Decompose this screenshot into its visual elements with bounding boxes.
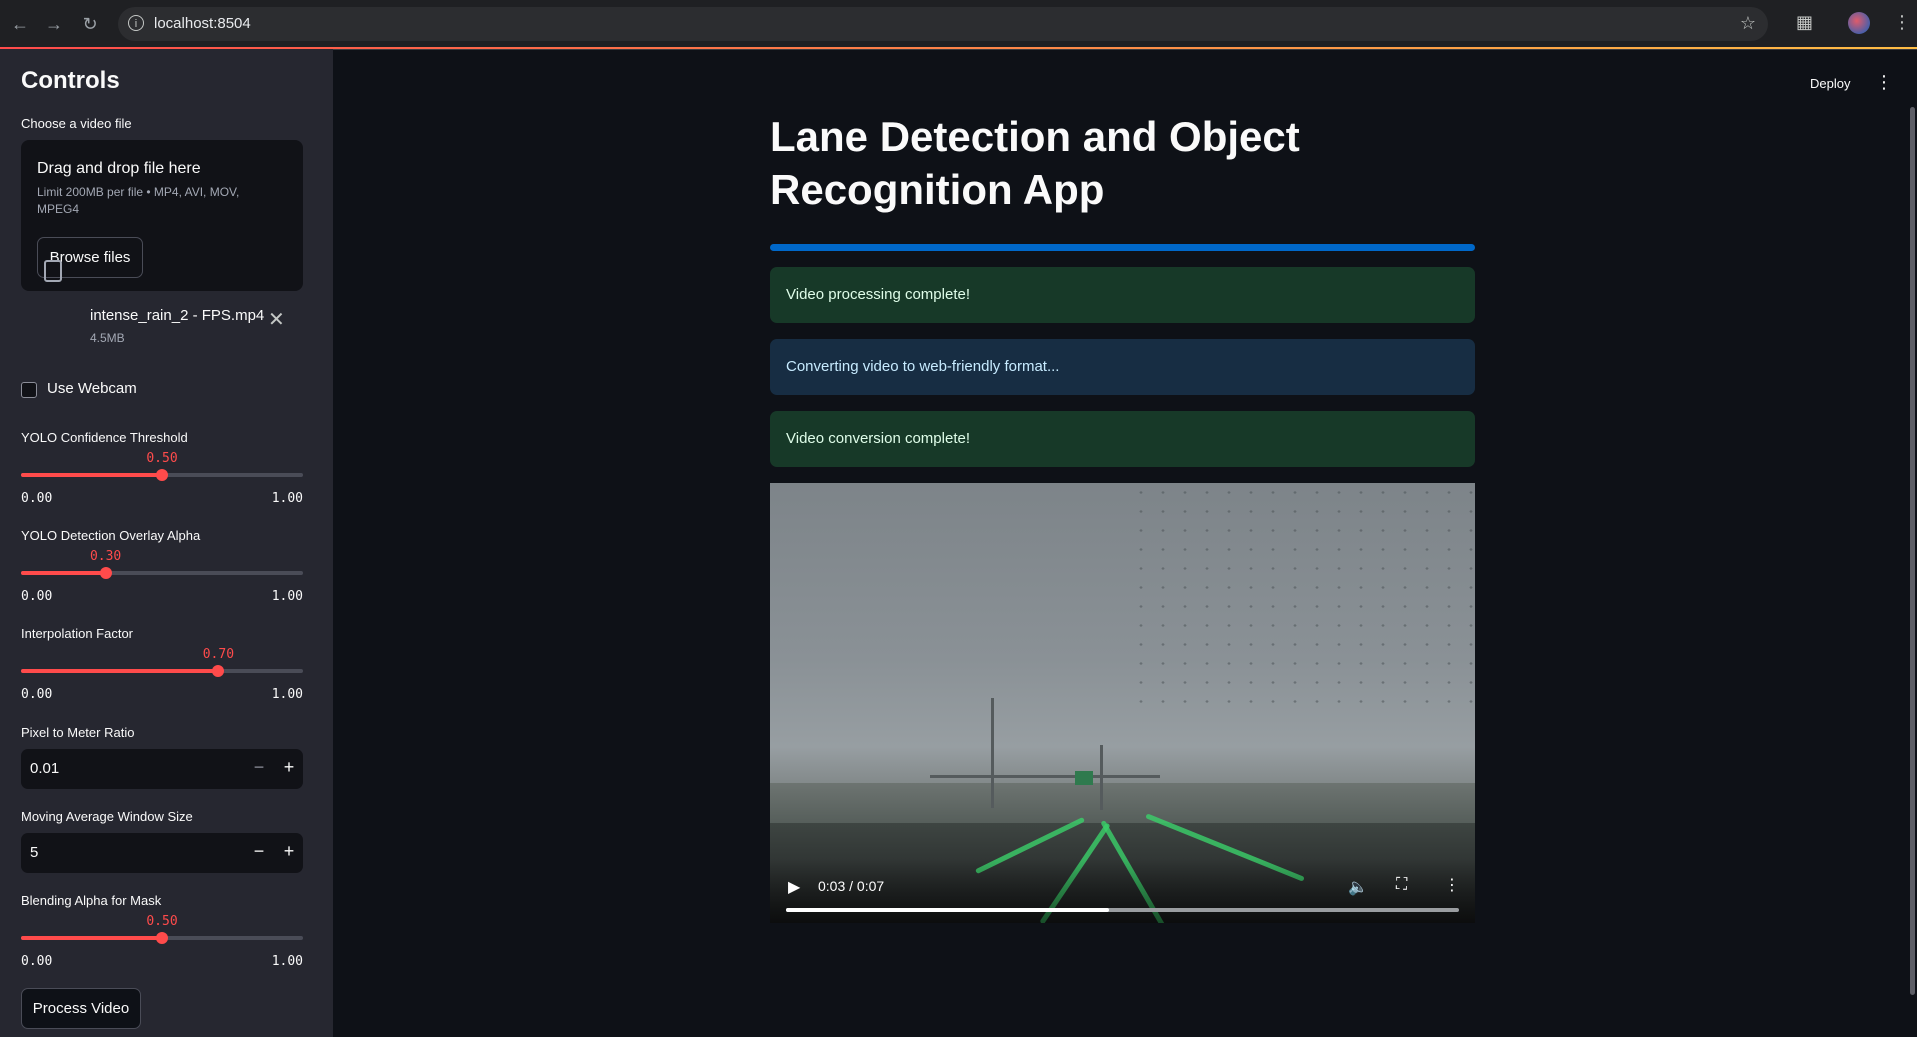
extensions-icon[interactable]: ▦ (1796, 12, 1813, 33)
moving-avg-input[interactable]: 5 − + (21, 833, 303, 873)
light-pole (991, 698, 994, 808)
process-video-button[interactable]: Process Video (21, 988, 141, 1029)
slider-fill (21, 669, 219, 673)
video-player[interactable]: ▶ 0:03 / 0:07 🔈 ⛶ ⋮ (770, 483, 1475, 923)
slider-min: 0.00 (21, 687, 53, 702)
volume-icon[interactable]: 🔈 (1348, 877, 1368, 897)
slider-fill (21, 571, 106, 575)
address-bar[interactable]: i localhost:8504 ☆ (118, 7, 1768, 41)
interpolation-slider[interactable]: 0.70 0.00 1.00 (21, 647, 303, 707)
moving-avg-value[interactable]: 5 (30, 844, 38, 861)
info-alert: Converting video to web-friendly format.… (770, 339, 1475, 395)
pixel-ratio-value[interactable]: 0.01 (30, 760, 59, 777)
scrollbar[interactable] (1910, 107, 1915, 995)
slider-max: 1.00 (271, 954, 303, 969)
video-seekbar-fill (786, 908, 1110, 912)
sidebar: Controls Choose a video file Drag and dr… (0, 49, 333, 1037)
more-icon[interactable]: ⋮ (1893, 12, 1911, 33)
slider-min: 0.00 (21, 589, 53, 604)
star-icon[interactable]: ☆ (1740, 13, 1756, 34)
use-webcam-label[interactable]: Use Webcam (47, 380, 137, 397)
slider-label: Blending Alpha for Mask (21, 893, 162, 908)
slider-max: 1.00 (271, 491, 303, 506)
video-time: 0:03 / 0:07 (818, 878, 885, 894)
play-icon[interactable]: ▶ (788, 877, 800, 897)
slider-label: YOLO Detection Overlay Alpha (21, 528, 201, 543)
increment-button[interactable]: + (277, 757, 301, 778)
url-text[interactable]: localhost:8504 (154, 15, 251, 32)
slider-max: 1.00 (271, 687, 303, 702)
close-icon[interactable]: ✕ (268, 307, 285, 332)
video-controls: ▶ 0:03 / 0:07 🔈 ⛶ ⋮ (770, 859, 1475, 923)
forward-icon[interactable]: → (42, 12, 66, 36)
slider-min: 0.00 (21, 491, 53, 506)
overhead-gantry (930, 775, 1160, 778)
dropzone-limit: Limit 200MB per file • MP4, AVI, MOV, MP… (37, 185, 240, 216)
info-icon[interactable]: i (128, 15, 144, 31)
success-alert: Video conversion complete! (770, 411, 1475, 467)
rain-drops (1130, 483, 1475, 713)
fullscreen-icon[interactable]: ⛶ (1396, 876, 1407, 894)
moving-avg-label: Moving Average Window Size (21, 809, 193, 824)
slider-fill (21, 936, 162, 940)
overlay-alpha-slider[interactable]: 0.30 0.00 1.00 (21, 549, 303, 609)
pixel-ratio-input[interactable]: 0.01 − + (21, 749, 303, 789)
page-title: Lane Detection and Object Recognition Ap… (770, 113, 1300, 213)
deploy-button[interactable]: Deploy (1810, 76, 1850, 91)
uploader-label: Choose a video file (21, 116, 132, 131)
more-icon[interactable]: ⋮ (1444, 875, 1460, 895)
highway-sign (1075, 771, 1093, 785)
slider-value: 0.70 (202, 647, 235, 662)
slider-value: 0.50 (146, 914, 178, 929)
use-webcam-checkbox[interactable] (21, 382, 37, 398)
success-alert: Video processing complete! (770, 267, 1475, 323)
progress-bar (770, 244, 1475, 251)
uploaded-file-name: intense_rain_2 - FPS.mp4 (90, 307, 265, 324)
slider-label: Interpolation Factor (21, 626, 134, 641)
slider-thumb[interactable] (156, 932, 168, 944)
slider-label: YOLO Confidence Threshold (21, 430, 188, 445)
slider-thumb[interactable] (99, 567, 112, 579)
slider-min: 0.00 (21, 954, 53, 969)
file-icon (44, 260, 62, 282)
decrement-button[interactable]: − (247, 841, 271, 862)
uploaded-file-size: 4.5MB (90, 331, 125, 345)
back-icon[interactable]: ← (8, 12, 32, 36)
slider-fill (21, 473, 162, 477)
avatar[interactable] (1848, 12, 1870, 34)
video-seekbar[interactable] (786, 908, 1459, 912)
pixel-ratio-label: Pixel to Meter Ratio (21, 725, 135, 740)
file-dropzone[interactable]: Drag and drop file here Limit 200MB per … (21, 140, 303, 291)
yolo-confidence-slider[interactable]: 0.50 0.00 1.00 (21, 451, 303, 511)
slider-value: 0.30 (89, 549, 122, 564)
blend-alpha-slider[interactable]: 0.50 0.00 1.00 (21, 914, 303, 974)
slider-max: 1.00 (271, 589, 303, 604)
slider-thumb[interactable] (212, 665, 225, 677)
increment-button[interactable]: + (277, 841, 301, 862)
sidebar-title: Controls (21, 67, 120, 94)
decrement-button[interactable]: − (247, 757, 271, 778)
reload-icon[interactable]: ↻ (78, 12, 102, 36)
slider-thumb[interactable] (156, 469, 168, 481)
slider-value: 0.50 (146, 451, 178, 466)
browser-toolbar: ← → ↻ i localhost:8504 ☆ ▦ ⋮ (0, 0, 1917, 50)
dropzone-heading: Drag and drop file here (37, 160, 201, 177)
more-icon[interactable]: ⋮ (1875, 72, 1893, 93)
